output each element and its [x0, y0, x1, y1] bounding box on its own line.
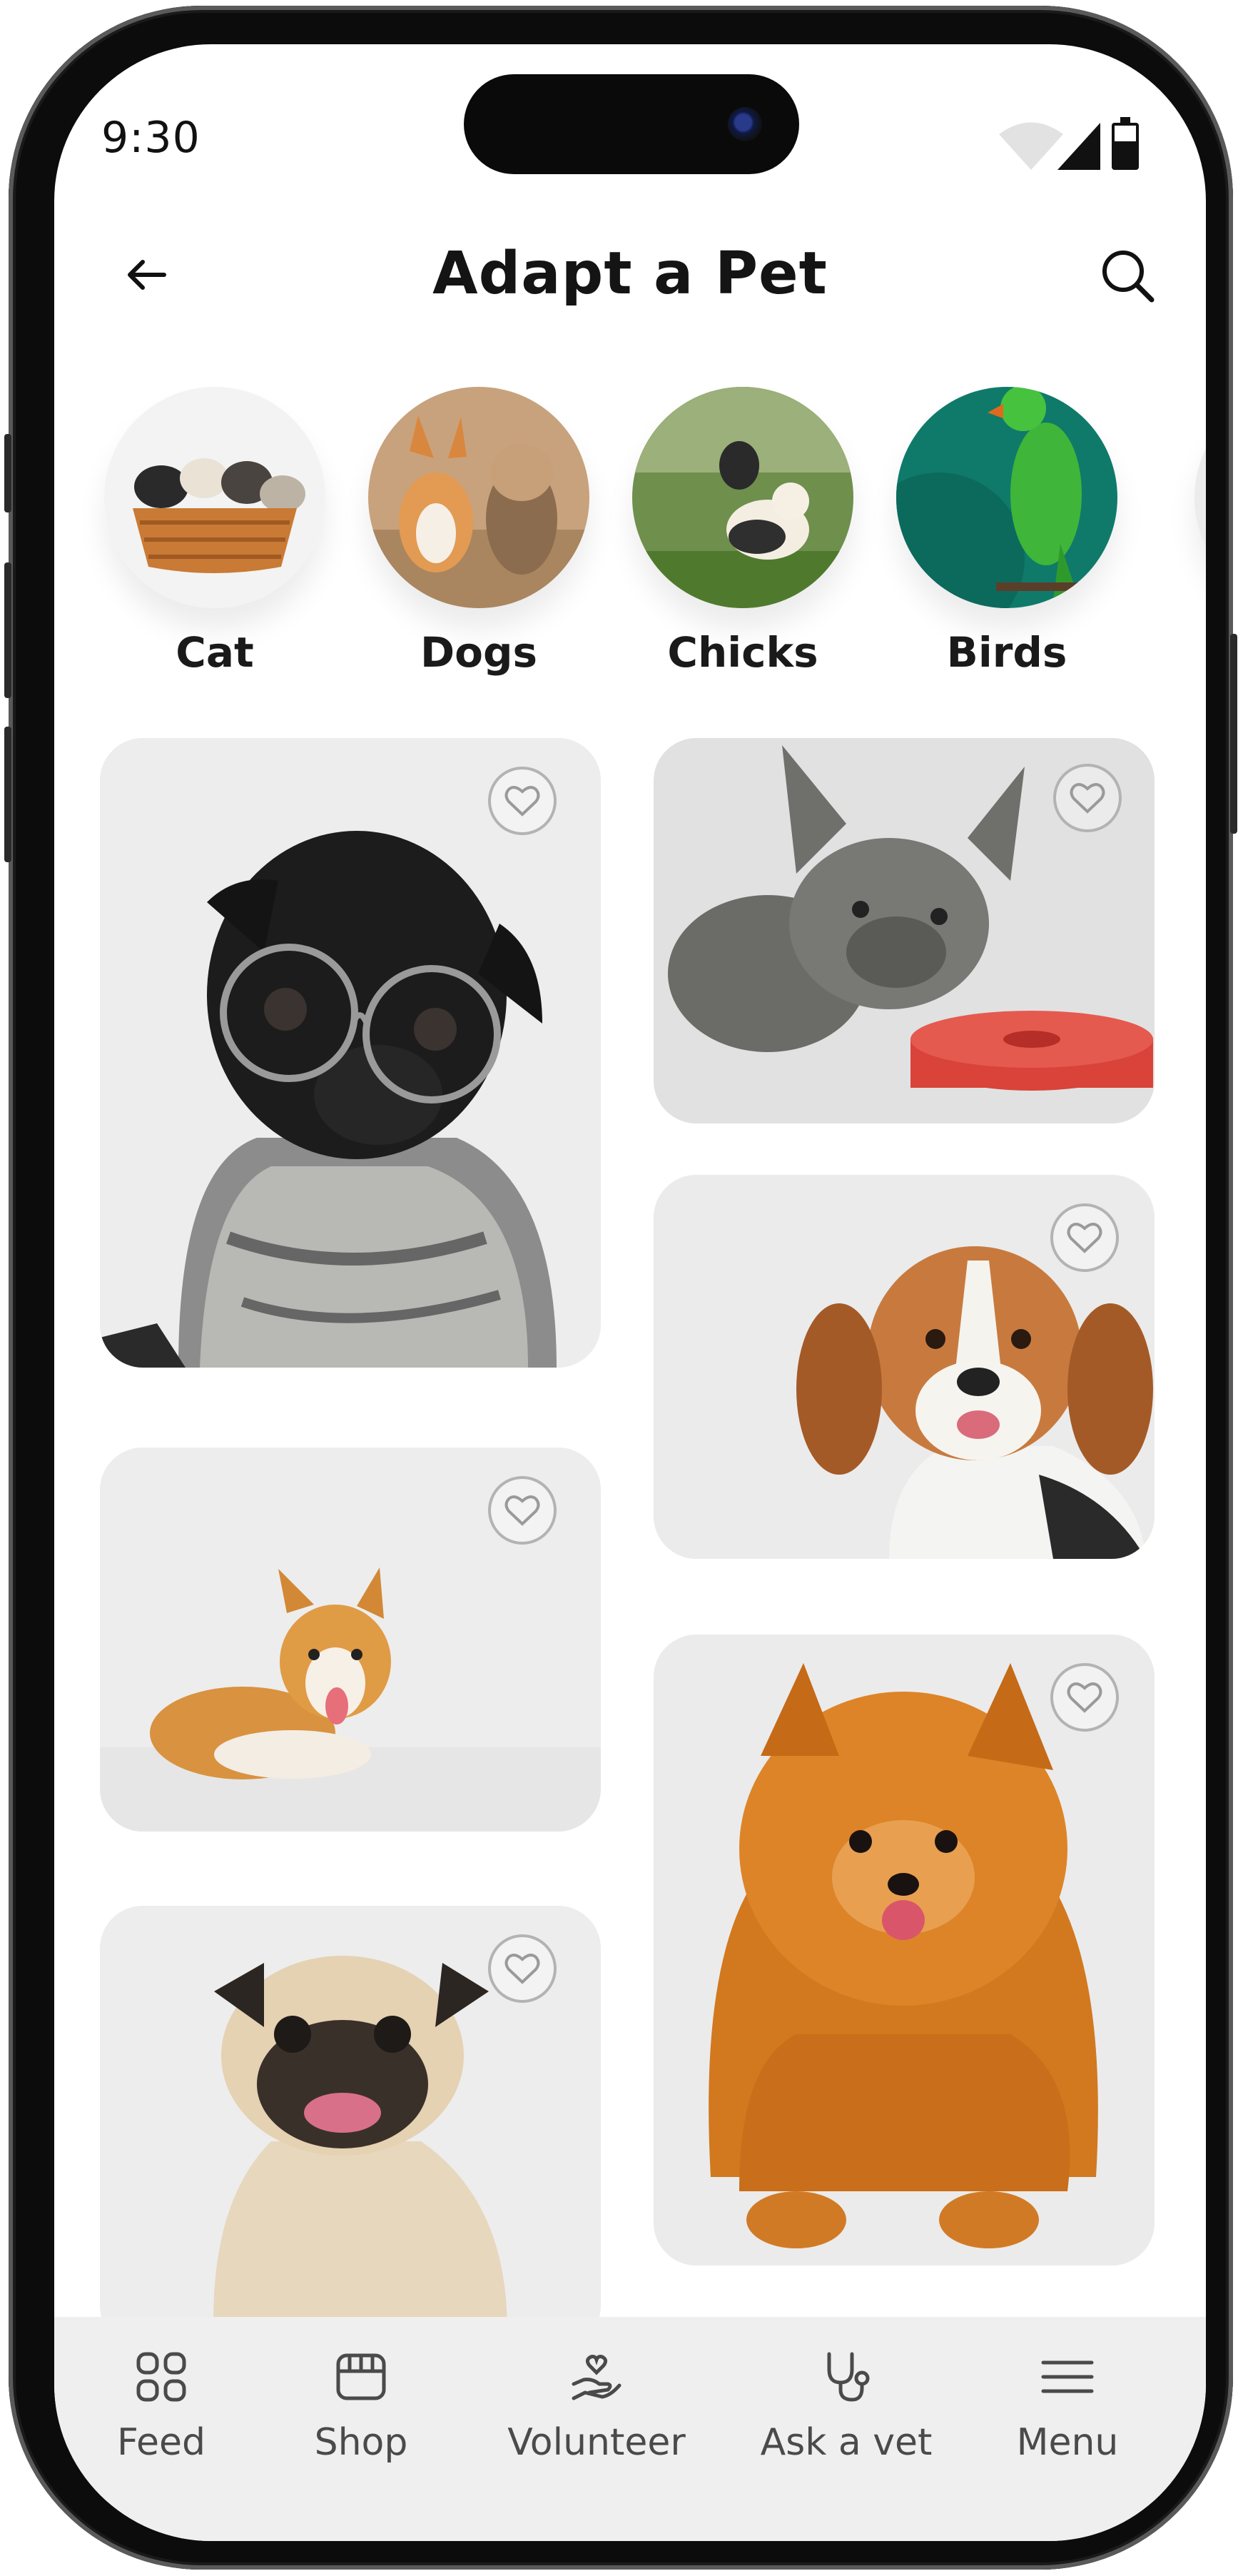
nav-menu[interactable]: Menu — [996, 2348, 1139, 2464]
bottom-nav: Feed Shop Volunteer Ask a vet Menu — [54, 2317, 1206, 2541]
category-birds-label: Birds — [946, 628, 1067, 677]
favorite-heart-icon[interactable] — [488, 1476, 557, 1545]
stethoscope-icon — [827, 2352, 870, 2402]
battery-icon — [1112, 117, 1139, 170]
pet-card-pug-glasses[interactable] — [100, 738, 601, 1368]
favorite-heart-icon[interactable] — [1053, 764, 1122, 832]
nav-volunteer-label: Volunteer — [507, 2421, 686, 2464]
nav-feed[interactable]: Feed — [97, 2348, 225, 2464]
category-dogs-image — [368, 387, 589, 608]
status-time: 9:30 — [101, 113, 201, 163]
nav-ask-a-vet[interactable]: Ask a vet — [739, 2348, 953, 2464]
mute-switch — [4, 434, 11, 512]
nav-feed-label: Feed — [116, 2421, 206, 2464]
dynamic-island — [464, 74, 799, 174]
volume-up-button — [4, 562, 11, 698]
category-more-peek[interactable] — [1194, 387, 1206, 608]
grid-icon — [136, 2352, 186, 2402]
wifi-icon — [999, 122, 1063, 170]
search-icon[interactable] — [1092, 240, 1163, 311]
category-chicks-label: Chicks — [667, 628, 818, 677]
nav-volunteer[interactable]: Volunteer — [489, 2348, 704, 2464]
category-birds-image — [896, 387, 1117, 608]
pet-card-french-bulldog[interactable] — [654, 738, 1155, 1123]
phone-frame: 9:30 Adapt a Pet Cat Dogs Chicks Birds F… — [4, 6, 1237, 2570]
hand-heart-icon — [572, 2355, 622, 2400]
favorite-heart-icon[interactable] — [488, 767, 557, 835]
category-cat-label: Cat — [176, 628, 254, 677]
pet-card-beagle[interactable] — [654, 1175, 1155, 1559]
camera-icon — [728, 107, 762, 141]
category-dogs-label: Dogs — [420, 628, 538, 677]
screen: 9:30 Adapt a Pet Cat Dogs Chicks Birds F… — [54, 44, 1206, 2541]
nav-shop[interactable]: Shop — [297, 2348, 425, 2464]
status-icons — [999, 117, 1139, 170]
page-title: Adapt a Pet — [432, 240, 828, 308]
category-birds[interactable]: Birds — [896, 387, 1117, 677]
signal-icon — [1057, 123, 1100, 170]
volume-down-button — [4, 727, 11, 862]
favorite-heart-icon[interactable] — [1050, 1663, 1119, 1732]
category-dogs[interactable]: Dogs — [368, 387, 589, 677]
category-chicks[interactable]: Chicks — [632, 387, 853, 677]
pet-card-pomeranian[interactable] — [654, 1635, 1155, 2266]
power-button — [1230, 634, 1237, 834]
nav-shop-label: Shop — [314, 2421, 408, 2464]
nav-menu-label: Menu — [1016, 2421, 1119, 2464]
pet-card-pug[interactable] — [100, 1906, 601, 2348]
pet-card-corgi[interactable] — [100, 1448, 601, 1832]
nav-ask-a-vet-label: Ask a vet — [760, 2421, 933, 2464]
menu-icon — [1041, 2360, 1094, 2393]
favorite-heart-icon[interactable] — [488, 1934, 557, 2003]
category-cat-image — [104, 387, 325, 608]
category-cat[interactable]: Cat — [104, 387, 325, 677]
category-chicks-image — [632, 387, 853, 608]
shop-icon — [336, 2353, 386, 2400]
favorite-heart-icon[interactable] — [1050, 1203, 1119, 1272]
